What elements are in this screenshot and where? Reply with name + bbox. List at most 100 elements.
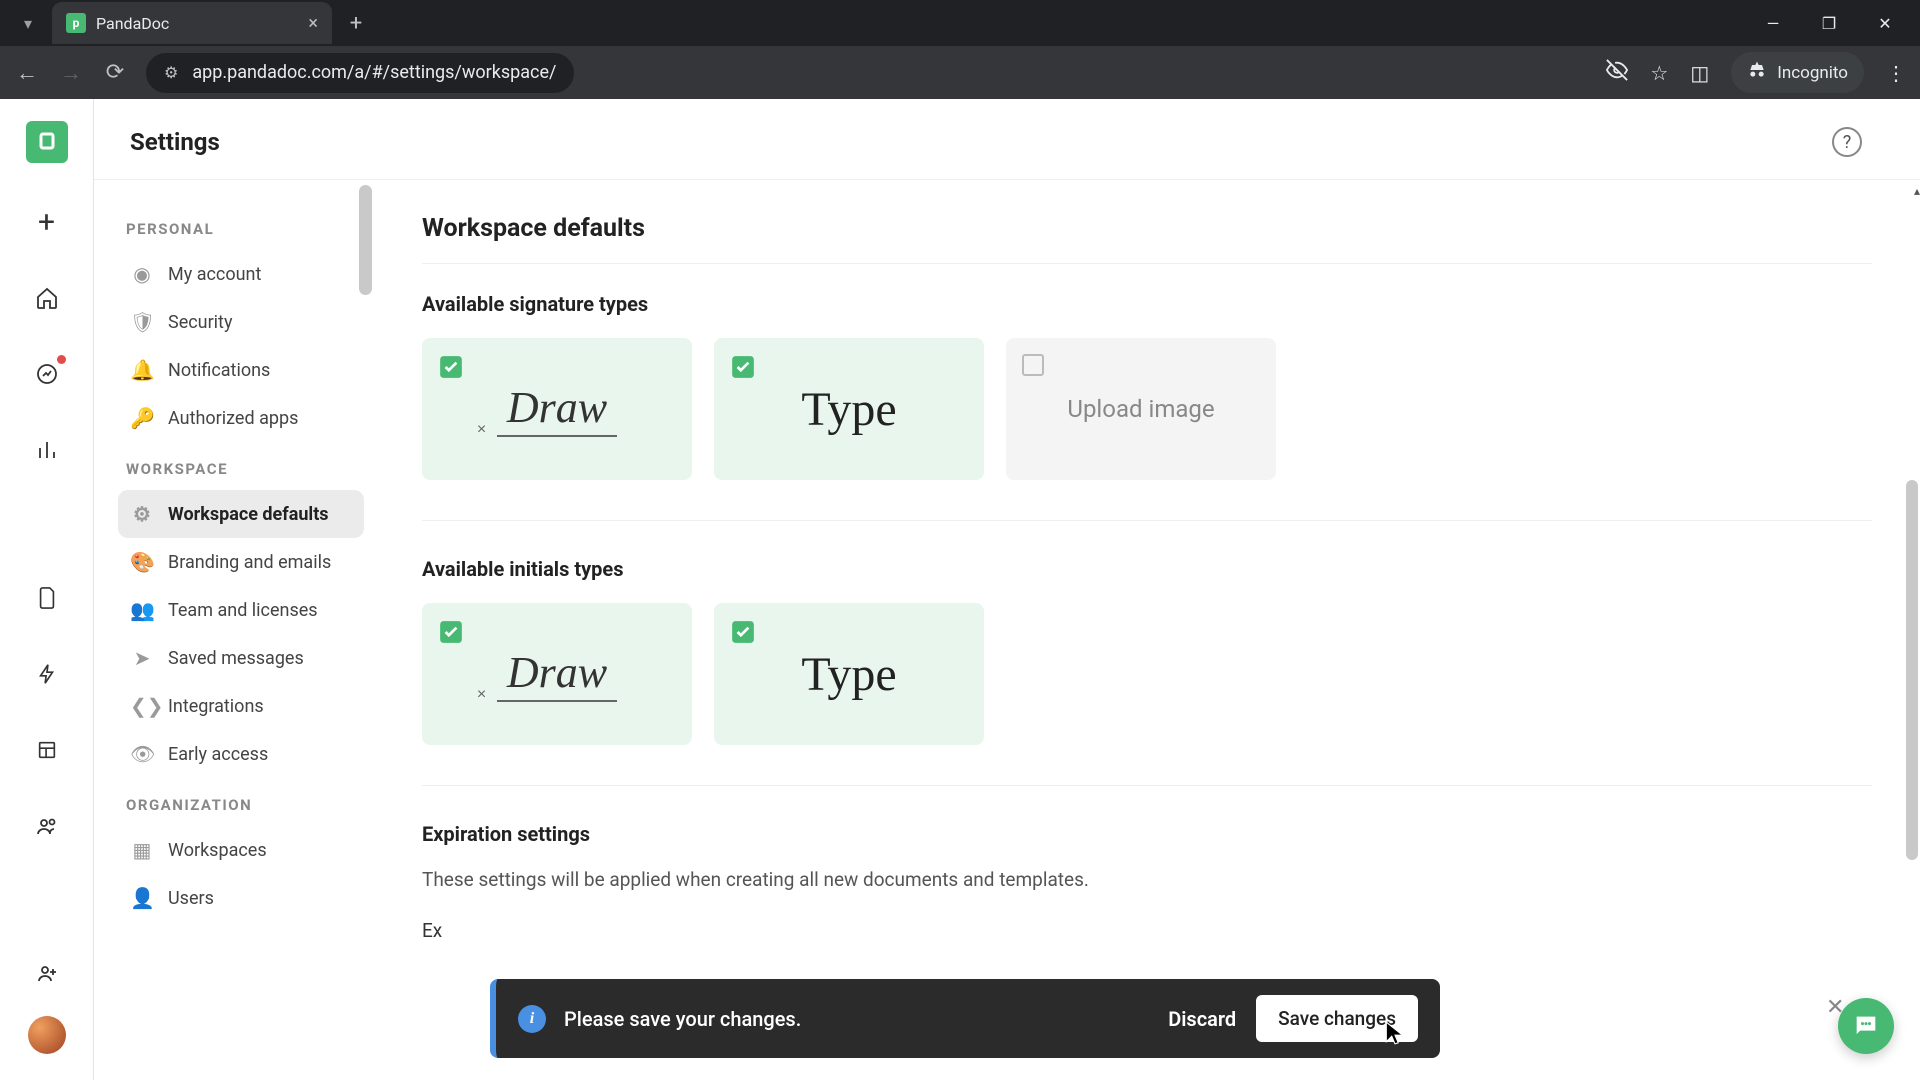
nav-item-label: Workspace defaults xyxy=(168,504,329,525)
upload-label: Upload image xyxy=(1067,395,1214,423)
initials-type-card[interactable]: Type xyxy=(714,603,984,745)
tab-search-dropdown[interactable]: ▾ xyxy=(10,5,46,41)
settings-layout: PERSONAL ◉ My account 🛡 Security 🔔 Notifica… xyxy=(94,179,1920,1080)
nav-item-label: Notifications xyxy=(168,360,270,381)
signature-type-card[interactable]: Type xyxy=(714,338,984,480)
checkbox-checked-icon xyxy=(438,619,464,645)
tab-bar: ▾ p PandaDoc × + ― ❐ ✕ xyxy=(0,0,1920,46)
nav-item-notifications[interactable]: 🔔 Notifications xyxy=(118,346,364,394)
sliders-icon: ⚙ xyxy=(130,502,154,526)
incognito-icon xyxy=(1747,60,1767,85)
nav-item-label: My account xyxy=(168,264,261,285)
nav-item-label: Saved messages xyxy=(168,648,304,669)
create-new-button[interactable]: + xyxy=(30,205,64,239)
chat-widget-button[interactable] xyxy=(1838,998,1894,1054)
checkbox-checked-icon xyxy=(730,354,756,380)
signature-upload-card[interactable]: Upload image xyxy=(1006,338,1276,480)
activity-icon[interactable] xyxy=(30,357,64,391)
nav-item-label: Integrations xyxy=(168,696,264,717)
section-divider xyxy=(422,785,1872,786)
code-icon: ❮❯ xyxy=(130,694,154,718)
reports-icon[interactable] xyxy=(30,433,64,467)
section-divider xyxy=(422,520,1872,521)
expiration-section: Expiration settings These settings will … xyxy=(422,822,1872,942)
toast-message: Please save your changes. xyxy=(564,1007,801,1031)
nav-scrollbar-thumb[interactable] xyxy=(359,185,372,295)
nav-item-authorized-apps[interactable]: 🔑Authorized apps xyxy=(118,394,364,442)
browser-tab[interactable]: p PandaDoc × xyxy=(52,2,332,44)
window-controls: ― ❐ ✕ xyxy=(1758,14,1920,33)
nav-item-saved-messages[interactable]: ➤Saved messages xyxy=(118,634,364,682)
forward-button[interactable]: → xyxy=(58,60,84,86)
shield-icon: 🛡 xyxy=(130,310,154,334)
nav-item-branding[interactable]: 🎨Branding and emails xyxy=(118,538,364,586)
save-changes-button[interactable]: Save changes xyxy=(1256,995,1418,1042)
nav-item-team[interactable]: 👥Team and licenses xyxy=(118,586,364,634)
nav-item-workspace-defaults[interactable]: ⚙ Workspace defaults xyxy=(118,490,364,538)
expiration-cutoff-text: Ex xyxy=(422,919,442,942)
nav-item-early-access[interactable]: 👁Early access xyxy=(118,730,364,778)
nav-item-label: Security xyxy=(168,312,232,333)
page-header: Settings ? xyxy=(94,99,1920,179)
checkbox-unchecked-icon xyxy=(1022,354,1044,376)
nav-item-label: Early access xyxy=(168,744,268,765)
nav-item-integrations[interactable]: ❮❯ Integrations xyxy=(118,682,364,730)
nav-item-security[interactable]: 🛡 Security xyxy=(118,298,364,346)
browser-right-icons: ☆ ◫ Incognito ⋮ xyxy=(1606,52,1906,93)
main-title: Workspace defaults xyxy=(422,214,1872,264)
new-tab-button[interactable]: + xyxy=(338,11,374,36)
users-icon: 👤 xyxy=(130,886,154,910)
browser-chrome: ▾ p PandaDoc × + ― ❐ ✕ ← → ⟳ ⚙ app.panda… xyxy=(0,0,1920,99)
grid-icon: ▦ xyxy=(130,838,154,862)
nav-group-workspace: WORKSPACE xyxy=(118,442,364,490)
site-settings-icon[interactable]: ⚙ xyxy=(164,63,178,82)
bell-icon: 🔔 xyxy=(130,358,154,382)
app-root: + Settings xyxy=(0,99,1920,1080)
initials-cards-row: Draw Type xyxy=(422,603,1872,745)
checkbox-checked-icon xyxy=(730,619,756,645)
close-window-icon[interactable]: ✕ xyxy=(1870,14,1900,33)
automation-icon[interactable] xyxy=(30,657,64,691)
nav-item-label: Workspaces xyxy=(168,840,267,861)
home-icon[interactable] xyxy=(30,281,64,315)
help-icon[interactable]: ? xyxy=(1832,127,1862,157)
url-bar: ← → ⟳ ⚙ app.pandadoc.com/a/#/settings/wo… xyxy=(0,46,1920,99)
settings-nav: PERSONAL ◉ My account 🛡 Security 🔔 Notifica… xyxy=(94,179,374,1080)
checkbox-checked-icon xyxy=(438,354,464,380)
app-logo[interactable] xyxy=(26,121,68,163)
back-button[interactable]: ← xyxy=(14,60,40,86)
incognito-indicator[interactable]: Incognito xyxy=(1731,52,1864,93)
nav-item-my-account[interactable]: ◉ My account xyxy=(118,250,364,298)
user-icon: ◉ xyxy=(130,262,154,286)
url-input[interactable]: ⚙ app.pandadoc.com/a/#/settings/workspac… xyxy=(146,53,574,93)
signature-draw-card[interactable]: Draw xyxy=(422,338,692,480)
discard-button[interactable]: Discard xyxy=(1168,1007,1236,1031)
documents-icon[interactable] xyxy=(30,581,64,615)
eye-off-icon[interactable] xyxy=(1606,59,1628,86)
bookmark-star-icon[interactable]: ☆ xyxy=(1650,61,1668,85)
panel-icon[interactable]: ◫ xyxy=(1690,61,1709,85)
type-label: Type xyxy=(801,647,896,702)
page-title: Settings xyxy=(130,128,220,156)
reload-button[interactable]: ⟳ xyxy=(102,60,128,85)
nav-item-users[interactable]: 👤Users xyxy=(118,874,364,922)
main-scrollbar-thumb[interactable] xyxy=(1906,480,1918,860)
scroll-up-arrow[interactable]: ▴ xyxy=(1914,184,1920,198)
nav-group-personal: PERSONAL xyxy=(118,202,364,250)
icon-rail: + xyxy=(0,99,94,1080)
main-panel: ▴ Workspace defaults Available signature… xyxy=(374,179,1920,1080)
minimize-icon[interactable]: ― xyxy=(1758,14,1788,33)
expiration-desc: These settings will be applied when crea… xyxy=(422,868,1872,891)
notification-dot xyxy=(57,355,66,364)
forms-icon[interactable] xyxy=(30,733,64,767)
user-avatar[interactable] xyxy=(28,1016,66,1054)
tab-close-icon[interactable]: × xyxy=(298,13,318,34)
contacts-icon[interactable] xyxy=(30,809,64,843)
tab-title: PandaDoc xyxy=(96,14,169,33)
initials-draw-card[interactable]: Draw xyxy=(422,603,692,745)
nav-item-workspaces[interactable]: ▦ Workspaces xyxy=(118,826,364,874)
browser-menu-icon[interactable]: ⋮ xyxy=(1886,61,1906,85)
invite-icon[interactable] xyxy=(30,956,64,990)
maximize-icon[interactable]: ❐ xyxy=(1814,14,1844,33)
key-icon: 🔑 xyxy=(130,406,154,430)
